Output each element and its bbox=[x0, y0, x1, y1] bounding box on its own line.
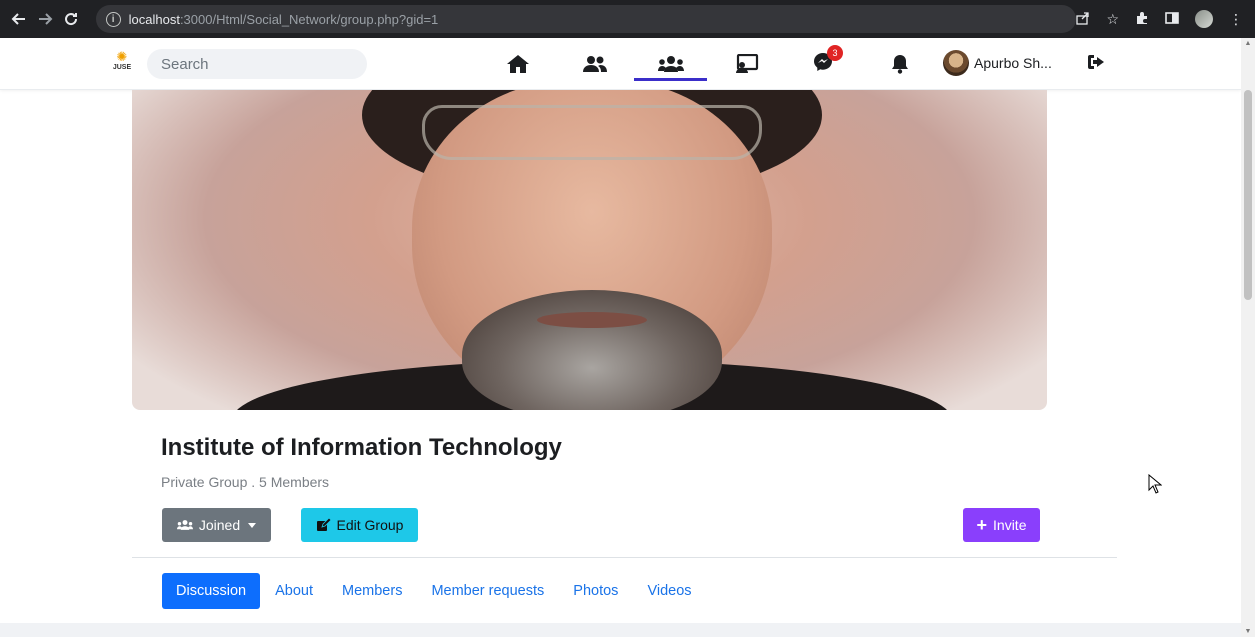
scroll-up-arrow-icon[interactable]: ▲ bbox=[1244, 40, 1252, 47]
app-header: ✺ JUSE 3 Apurbo Sh... bbox=[0, 38, 1241, 90]
group-title: Institute of Information Technology bbox=[161, 434, 562, 461]
tab-photos[interactable]: Photos bbox=[559, 573, 632, 609]
profile-menu[interactable]: Apurbo Sh... bbox=[943, 50, 1052, 76]
scroll-down-arrow-icon[interactable]: ▼ bbox=[1244, 628, 1252, 635]
group-meta: Private Group . 5 Members bbox=[161, 474, 330, 490]
mouse-cursor-icon bbox=[1148, 474, 1162, 494]
home-icon[interactable] bbox=[506, 52, 530, 76]
kebab-menu-icon[interactable]: ⋮ bbox=[1229, 11, 1243, 28]
cover-mouth-shape bbox=[537, 312, 647, 328]
edit-group-label: Edit Group bbox=[336, 517, 404, 533]
group-cover-photo bbox=[132, 90, 1047, 410]
edit-group-button[interactable]: Edit Group bbox=[301, 508, 418, 542]
logout-icon[interactable] bbox=[1087, 54, 1105, 75]
edit-icon bbox=[316, 518, 331, 531]
logo-sun-icon: ✺ bbox=[116, 49, 128, 64]
plus-icon: + bbox=[976, 515, 988, 535]
groups-active-indicator bbox=[634, 78, 707, 81]
tab-members[interactable]: Members bbox=[328, 573, 416, 609]
info-icon[interactable]: i bbox=[105, 11, 121, 27]
extensions-icon[interactable] bbox=[1135, 11, 1149, 28]
site-logo[interactable]: ✺ JUSE bbox=[108, 50, 136, 76]
screen-icon[interactable] bbox=[735, 52, 759, 76]
browser-toolbar: i localhost:3000/Html/Social_Network/gro… bbox=[0, 0, 1255, 38]
joined-label: Joined bbox=[198, 517, 241, 533]
divider bbox=[132, 557, 1117, 558]
logo-text: JUSE bbox=[112, 64, 132, 71]
invite-button[interactable]: + Invite bbox=[963, 508, 1040, 542]
url-host: localhost bbox=[128, 11, 180, 27]
profile-name: Apurbo Sh... bbox=[974, 55, 1052, 71]
cover-beard-shape bbox=[462, 290, 722, 410]
friends-icon[interactable] bbox=[583, 52, 607, 76]
tab-member-requests[interactable]: Member requests bbox=[417, 573, 558, 609]
page-scrollbar[interactable]: ▲ ▼ bbox=[1241, 38, 1255, 637]
tab-about[interactable]: About bbox=[261, 573, 327, 609]
url-path: :3000/Html/Social_Network/group.php?gid=… bbox=[179, 11, 439, 27]
reload-icon[interactable] bbox=[60, 8, 82, 30]
forward-arrow-icon[interactable] bbox=[34, 8, 56, 30]
tab-discussion[interactable]: Discussion bbox=[162, 573, 261, 609]
tab-videos[interactable]: Videos bbox=[633, 573, 705, 609]
page-background-strip bbox=[0, 623, 1241, 637]
bell-icon[interactable] bbox=[891, 52, 909, 76]
browser-profile-avatar[interactable] bbox=[1195, 10, 1213, 28]
scroll-thumb[interactable] bbox=[1244, 90, 1252, 300]
messenger-icon[interactable]: 3 bbox=[813, 44, 843, 76]
invite-label: Invite bbox=[993, 517, 1027, 533]
groups-icon bbox=[176, 520, 193, 530]
cover-glasses-shape bbox=[422, 105, 762, 160]
avatar bbox=[943, 50, 969, 76]
groups-icon[interactable] bbox=[658, 52, 684, 76]
side-panel-icon[interactable] bbox=[1165, 11, 1179, 28]
joined-dropdown-button[interactable]: Joined bbox=[162, 508, 271, 542]
messenger-badge: 3 bbox=[827, 44, 843, 61]
address-bar[interactable]: i localhost:3000/Html/Social_Network/gro… bbox=[95, 5, 1077, 33]
caret-down-icon bbox=[248, 522, 257, 528]
share-icon[interactable] bbox=[1076, 11, 1090, 28]
search-input[interactable] bbox=[147, 49, 367, 79]
star-icon[interactable]: ☆ bbox=[1106, 11, 1119, 28]
back-arrow-icon[interactable] bbox=[8, 8, 30, 30]
group-tabs: Discussion About Members Member requests… bbox=[162, 573, 706, 609]
